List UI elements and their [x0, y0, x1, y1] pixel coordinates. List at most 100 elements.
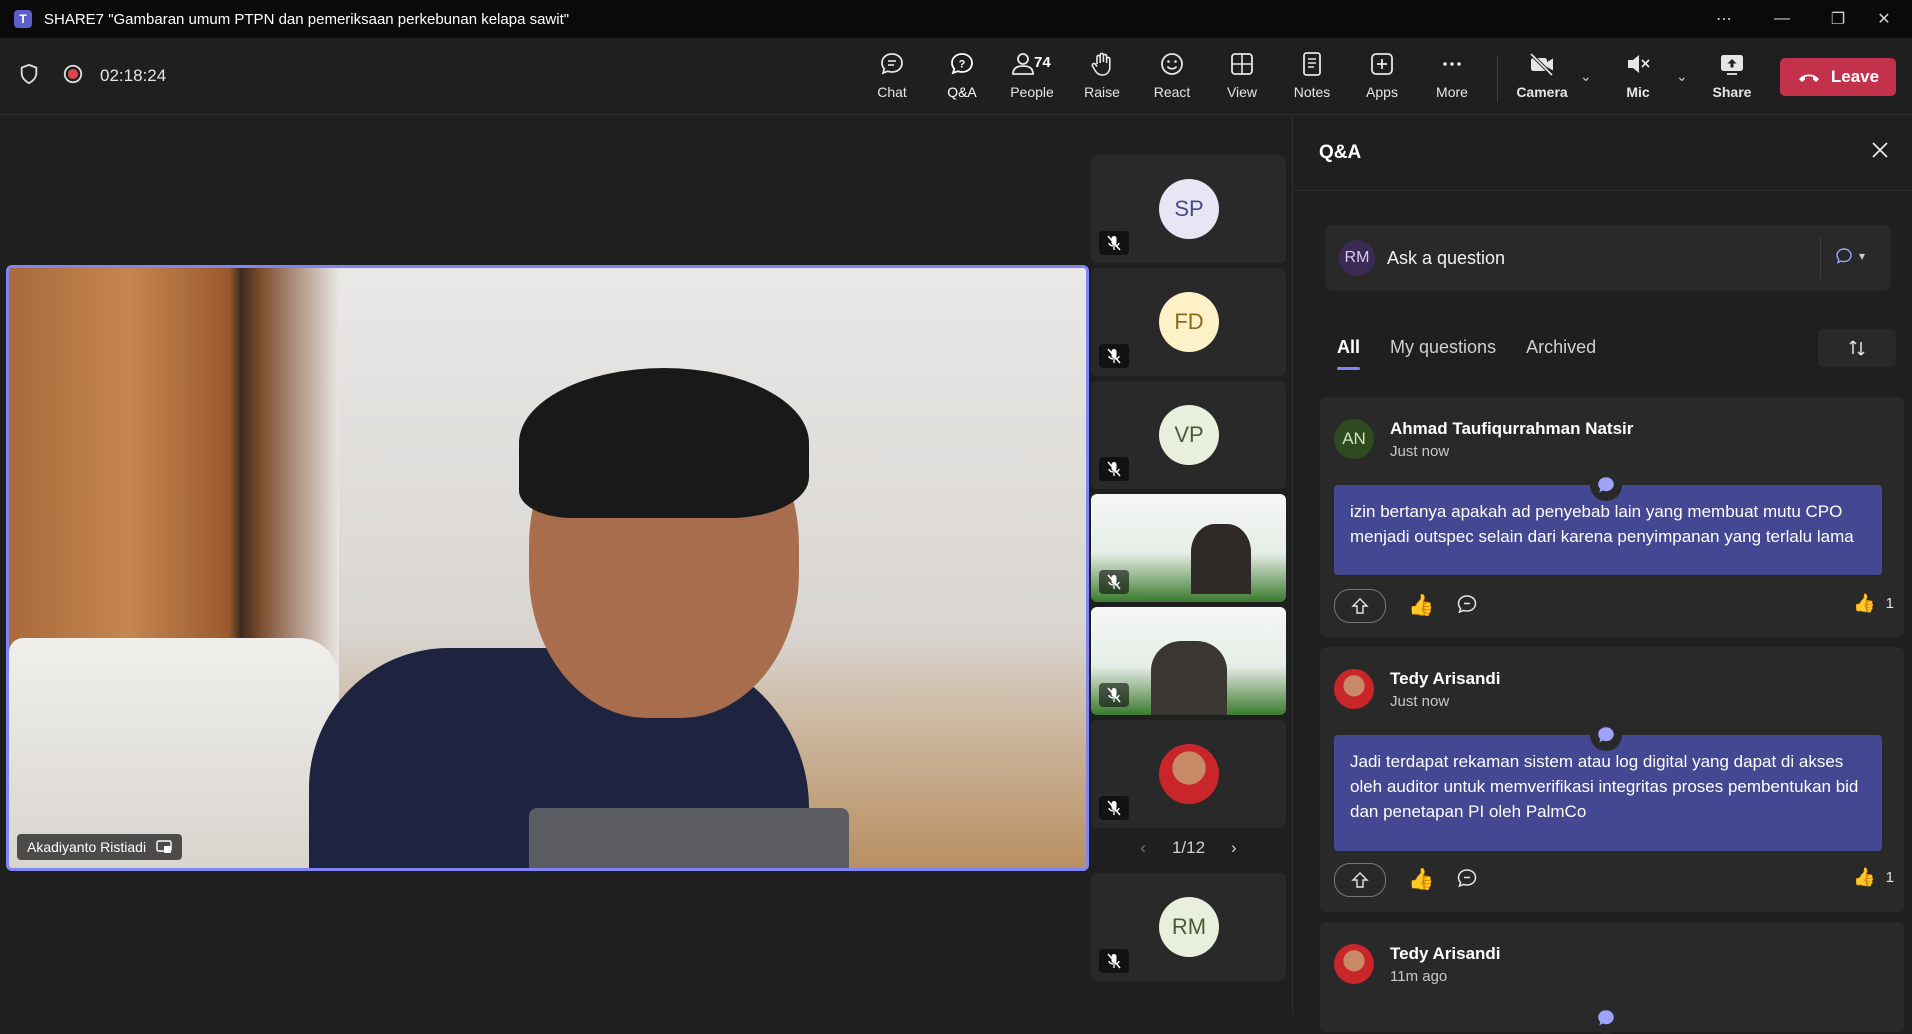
tile-pager: ‹ 1/12 ›: [1091, 835, 1286, 861]
mic-off-icon: [1099, 231, 1129, 255]
grid-view-icon: [1231, 53, 1253, 75]
question-author: Tedy Arisandi: [1390, 669, 1501, 688]
speaker-name-chip: Akadiyanto Ristiadi: [17, 834, 183, 860]
toolbar-divider: [1497, 56, 1498, 102]
raise-hand-button[interactable]: Raise: [1070, 50, 1134, 108]
upvote-button[interactable]: [1334, 863, 1386, 897]
qa-title: Q&A: [1319, 141, 1362, 163]
people-button[interactable]: 74 People: [1000, 50, 1064, 108]
mic-off-icon: [1099, 796, 1129, 820]
previous-page-icon[interactable]: ‹: [1140, 838, 1146, 858]
ask-question-box[interactable]: RM Ask a question ▾: [1325, 225, 1891, 291]
hang-up-icon: [1798, 74, 1819, 82]
avatar: AN: [1334, 419, 1374, 459]
qa-label: Q&A: [947, 84, 977, 100]
question-icon: [1590, 1002, 1622, 1034]
qa-button[interactable]: ? Q&A: [930, 50, 994, 118]
question-author: Ahmad Taufiqurrahman Natsir: [1390, 419, 1634, 438]
main-speaker-video[interactable]: Akadiyanto Ristiadi: [6, 265, 1089, 871]
question-card: Tedy Arisandi 11m ago: [1320, 922, 1904, 1034]
like-number: 1: [1885, 869, 1894, 886]
content-share-icon: [156, 840, 172, 853]
notes-button[interactable]: Notes: [1280, 50, 1344, 108]
question-icon: [1836, 248, 1852, 264]
thumbs-up-icon: 👍: [1853, 593, 1876, 613]
participant-tile[interactable]: SP: [1091, 155, 1286, 263]
more-options-icon[interactable]: ⋯: [1696, 0, 1752, 38]
chat-label: Chat: [877, 84, 907, 100]
profile-photo: [1334, 944, 1374, 984]
participant-video-tile[interactable]: [1091, 607, 1286, 715]
question-icon: [1590, 719, 1622, 751]
react-label: React: [1153, 84, 1191, 100]
next-page-icon[interactable]: ›: [1231, 838, 1237, 858]
people-count: 74: [1034, 54, 1051, 71]
chat-button[interactable]: Chat: [860, 50, 924, 108]
video-speaker-hair: [519, 368, 809, 518]
mic-off-icon: [1099, 949, 1129, 973]
more-label: More: [1436, 84, 1468, 100]
participant-tile[interactable]: VP: [1091, 381, 1286, 489]
sort-icon: [1849, 340, 1865, 356]
question-type-dropdown[interactable]: ▾: [1835, 247, 1865, 265]
participant-tile[interactable]: FD: [1091, 268, 1286, 376]
avatar: VP: [1159, 405, 1219, 465]
svg-text:?: ?: [959, 59, 966, 71]
meeting-toolbar: 02:18:24 Chat ? Q&A 74 People Raise Reac…: [0, 38, 1912, 118]
close-icon[interactable]: [1871, 141, 1889, 164]
leave-label: Leave: [1830, 67, 1880, 86]
tab-all[interactable]: All: [1337, 337, 1361, 370]
upvote-button[interactable]: [1334, 589, 1386, 623]
view-button[interactable]: View: [1210, 50, 1274, 108]
mic-off-icon: [1099, 457, 1129, 481]
mic-button[interactable]: Mic: [1607, 50, 1669, 108]
window-title: SHARE7 "Gambaran umum PTPN dan pemeriksa…: [44, 10, 570, 28]
apps-button[interactable]: Apps: [1350, 50, 1414, 108]
qa-panel: Q&A RM Ask a question ▾ All My questions…: [1292, 115, 1912, 1034]
apps-label: Apps: [1366, 84, 1398, 100]
reply-icon[interactable]: [1456, 593, 1478, 620]
raise-label: Raise: [1084, 84, 1120, 100]
sort-button[interactable]: [1818, 329, 1896, 367]
upvote-arrow-icon: [1351, 872, 1369, 888]
camera-off-icon: [1529, 52, 1554, 77]
camera-options-chevron-icon[interactable]: ⌄: [1580, 68, 1592, 85]
participant-tile[interactable]: [1091, 720, 1286, 828]
mic-off-icon: [1099, 683, 1129, 707]
reply-icon[interactable]: [1456, 867, 1478, 894]
meeting-timer: 02:18:24: [100, 66, 167, 85]
question-text: Jadi terdapat rekaman sistem atau log di…: [1334, 735, 1882, 851]
thumbs-up-icon[interactable]: 👍: [1408, 868, 1434, 892]
mic-off-icon: [1099, 570, 1129, 594]
people-icon: [1012, 53, 1034, 75]
leave-button[interactable]: Leave: [1780, 58, 1896, 96]
thumbs-up-icon[interactable]: 👍: [1408, 594, 1434, 618]
avatar: FD: [1159, 292, 1219, 352]
question-icon: [1590, 469, 1622, 501]
share-label: Share: [1712, 84, 1752, 100]
mic-options-chevron-icon[interactable]: ⌄: [1676, 68, 1688, 85]
speaker-name: Akadiyanto Ristiadi: [27, 839, 147, 855]
question-author: Tedy Arisandi: [1390, 944, 1501, 963]
question-card: AN Ahmad Taufiqurrahman Natsir Just now …: [1320, 397, 1904, 637]
speaker-mute-icon: [1628, 55, 1650, 73]
close-window-button[interactable]: ✕: [1856, 0, 1912, 38]
tab-archived[interactable]: Archived: [1526, 337, 1596, 358]
notes-icon: [1303, 52, 1321, 76]
shield-icon[interactable]: [18, 63, 40, 90]
camera-button[interactable]: Camera: [1511, 50, 1573, 108]
add-apps-icon: [1371, 53, 1393, 75]
chat-icon: [881, 53, 903, 75]
share-button[interactable]: Share: [1701, 50, 1763, 108]
ask-question-input[interactable]: Ask a question: [1387, 248, 1505, 269]
view-label: View: [1226, 84, 1258, 100]
more-button[interactable]: More: [1420, 50, 1484, 108]
participant-video-tile[interactable]: [1091, 494, 1286, 602]
meeting-stage: Akadiyanto Ristiadi SP FD VP ‹ 1/12 › RM: [0, 115, 1292, 1015]
minimize-button[interactable]: —: [1754, 0, 1810, 38]
camera-label: Camera: [1516, 84, 1568, 100]
raise-hand-icon: [1091, 52, 1111, 76]
tab-my-questions[interactable]: My questions: [1390, 337, 1496, 358]
react-button[interactable]: React: [1140, 50, 1204, 108]
self-view-tile[interactable]: RM: [1091, 873, 1286, 981]
